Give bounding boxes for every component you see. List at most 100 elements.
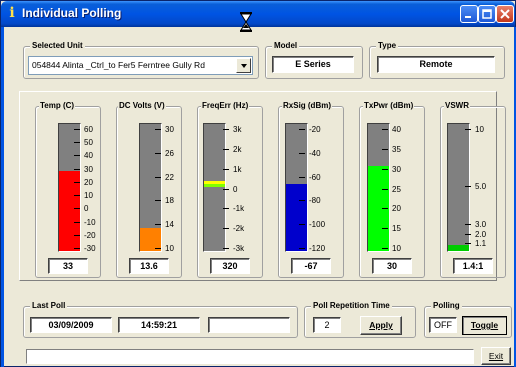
meter-tick-label: 10 [74, 191, 93, 200]
last-poll-group: Last Poll 03/09/2009 14:59:21 [23, 300, 298, 338]
tick-mark [382, 189, 388, 190]
tick-mark [155, 200, 161, 201]
meter-tick-label: -1k [223, 204, 244, 213]
meter-value: 13.6 [129, 258, 169, 274]
toggle-button[interactable]: Toggle [462, 316, 507, 335]
meter-tick-label: 3k [223, 125, 241, 134]
meter-track [285, 123, 308, 252]
tick-mark [74, 182, 80, 183]
title-bar[interactable]: i Individual Polling [1, 1, 515, 32]
close-button[interactable] [496, 5, 514, 23]
tick-mark [382, 248, 388, 249]
last-poll-extra [208, 317, 290, 333]
tick-mark [223, 169, 229, 170]
meter-group: VSWR 10 5.0 3.0 2.0 1.1 1.4:1 [440, 100, 506, 278]
minimize-button[interactable] [460, 5, 478, 23]
tick-mark [465, 224, 471, 225]
last-poll-label: Last Poll [30, 300, 68, 312]
meter-tick-label: 10 [382, 244, 401, 253]
meter-group: FreqErr (Hz) 3k 2k 1k 0 -1k -2k -3k 320 [197, 100, 263, 278]
meter-tick-label: 50 [74, 138, 93, 147]
meter-value: 320 [210, 258, 250, 274]
meter-tick-label: 10 [155, 244, 174, 253]
tick-mark [299, 177, 305, 178]
meter-tick-label: 26 [155, 149, 174, 158]
tick-mark [74, 169, 80, 170]
selected-unit-combo[interactable]: 054844 Alinta _Ctrl_to Fer5 Ferntree Gul… [28, 56, 253, 75]
tick-mark [223, 228, 229, 229]
chevron-down-icon [241, 64, 247, 68]
type-label: Type [376, 40, 399, 52]
model-group: Model E Series [265, 40, 363, 79]
tick-mark [155, 177, 161, 178]
tick-mark [382, 129, 388, 130]
tick-mark [223, 208, 229, 209]
tick-mark [465, 186, 471, 187]
tick-mark [74, 155, 80, 156]
meter-tick-label: 1.1 [465, 239, 486, 248]
polling-label: Polling [431, 300, 462, 312]
selected-unit-group: Selected Unit 054844 Alinta _Ctrl_to Fer… [23, 40, 259, 79]
meter-tick-label: -30 [74, 244, 96, 253]
maximize-button[interactable] [478, 5, 496, 23]
tick-mark [74, 248, 80, 249]
meter-value: 33 [48, 258, 88, 274]
meter-tick-label: -10 [74, 218, 96, 227]
meter-tick-label: 14 [155, 220, 174, 229]
tick-mark [155, 153, 161, 154]
combo-dropdown-button[interactable] [236, 58, 251, 73]
meter-marker [204, 181, 225, 187]
meter-group: RxSig (dBm) -20 -40 -60 -80 -100 -120 -67 [278, 100, 344, 278]
meter-tick-label: 0 [223, 185, 237, 194]
window-title: Individual Polling [22, 6, 122, 20]
exit-button[interactable]: Exit [481, 347, 511, 365]
meter-tick-label: 35 [382, 145, 401, 154]
tick-mark [382, 169, 388, 170]
meter-tick-label: 40 [74, 151, 93, 160]
meter-tick-label: 22 [155, 173, 174, 182]
tick-mark [223, 189, 229, 190]
tick-mark [74, 142, 80, 143]
tick-mark [382, 208, 388, 209]
tick-mark [155, 248, 161, 249]
meter-title: Temp (C) [39, 100, 76, 112]
meter-title: RxSig (dBm) [282, 100, 332, 112]
meter-tick-label: -2k [223, 224, 244, 233]
poll-repetition-input[interactable]: 2 [313, 317, 341, 333]
window-frame-left [1, 27, 4, 367]
meter-tick-label: -60 [299, 173, 321, 182]
hourglass-cursor-icon [240, 12, 252, 32]
meter-title: VSWR [444, 100, 470, 112]
meter-tick-label: 0 [74, 204, 88, 213]
tick-mark [74, 195, 80, 196]
meter-tick-label: 2.0 [465, 230, 486, 239]
tick-mark [299, 248, 305, 249]
meter-group: TxPwr (dBm) 40 35 30 25 20 15 10 30 [359, 100, 425, 278]
meter-tick-label: -120 [299, 244, 325, 253]
polling-group: Polling OFF Toggle [424, 300, 512, 338]
meter-fill [59, 171, 80, 251]
last-poll-time: 14:59:21 [118, 317, 200, 333]
tick-mark [465, 129, 471, 130]
meter-tick-label: -40 [299, 149, 321, 158]
tick-mark [155, 129, 161, 130]
tick-mark [74, 222, 80, 223]
maximize-icon [482, 9, 492, 19]
tick-mark [465, 234, 471, 235]
tick-mark [465, 243, 471, 244]
tick-mark [382, 228, 388, 229]
meter-tick-label: 10 [465, 125, 484, 134]
meter-tick-label: 15 [382, 224, 401, 233]
tick-mark [155, 224, 161, 225]
meter-tick-label: -3k [223, 244, 244, 253]
meter-tick-label: 20 [74, 178, 93, 187]
tick-mark [299, 224, 305, 225]
meter-tick-label: 3.0 [465, 220, 486, 229]
meter-group: DC Volts (V) 30 26 22 18 14 10 13.6 [116, 100, 182, 278]
individual-polling-window: i Individual Polling Selected Unit 05484… [0, 0, 516, 367]
apply-button[interactable]: Apply [360, 316, 402, 335]
poll-repetition-group: Poll Repetition Time 2 Apply [304, 300, 416, 338]
meter-fill [448, 245, 469, 251]
tick-mark [299, 153, 305, 154]
meter-tick-label: -80 [299, 196, 321, 205]
